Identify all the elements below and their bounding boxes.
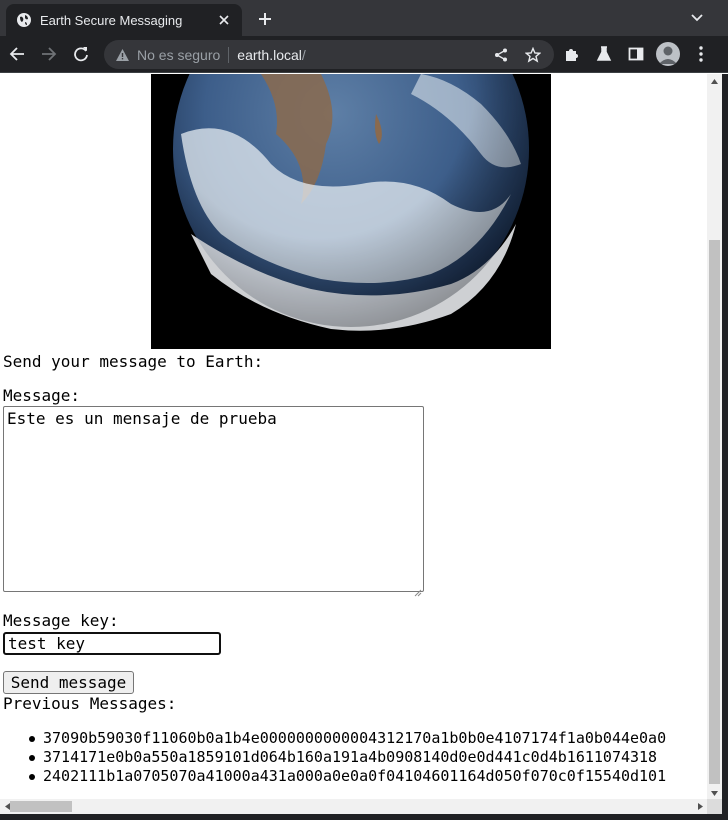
message-key-input[interactable]: test key [3, 632, 221, 655]
forward-button[interactable] [38, 43, 60, 65]
key-label: Message key: [3, 611, 119, 630]
list-item: 2402111b1a0705070a41000a431a000a0e0a0f04… [28, 767, 667, 785]
warning-icon[interactable] [114, 47, 130, 63]
globe-icon [16, 12, 32, 28]
previous-heading: Previous Messages: [3, 694, 177, 713]
profile-avatar[interactable] [656, 42, 680, 66]
back-button[interactable] [6, 43, 28, 65]
horizontal-scrollbar[interactable] [0, 799, 707, 814]
vertical-scrollbar[interactable] [707, 74, 722, 800]
url-host: earth.local [237, 46, 302, 63]
window-border-bottom [0, 814, 728, 820]
star-icon[interactable] [524, 46, 542, 64]
new-tab-button[interactable] [254, 8, 276, 30]
resize-grip-icon[interactable] [414, 582, 422, 597]
share-icon[interactable] [492, 46, 510, 64]
horizontal-scroll-thumb[interactable] [10, 801, 72, 812]
scroll-right-icon[interactable] [693, 799, 707, 814]
page-viewport: Send your message to Earth: Message: Est… [0, 74, 707, 800]
list-item: 37090b59030f11060b0a1b4e0000000000004312… [28, 729, 667, 747]
more-vertical-icon [699, 46, 703, 62]
side-panel-button[interactable] [625, 43, 647, 65]
message-textarea[interactable]: Este es un mensaje de prueba [3, 406, 424, 597]
tab-search-button[interactable] [688, 9, 706, 27]
tab-strip: Earth Secure Messaging [0, 0, 728, 36]
key-text: test key [8, 634, 86, 653]
url-path: / [301, 46, 306, 63]
send-message-button[interactable]: Send message [3, 671, 134, 694]
side-panel-icon [628, 47, 644, 61]
omnibox-divider [228, 46, 230, 63]
message-label: Message: [3, 386, 81, 405]
window-border-right [722, 74, 728, 820]
menu-button[interactable] [690, 43, 712, 65]
scroll-up-icon[interactable] [707, 74, 722, 88]
previous-messages-list: 37090b59030f11060b0a1b4e0000000000004312… [28, 729, 667, 786]
extensions-button[interactable] [561, 43, 583, 65]
list-item: 3714171e0b0a550a1859101d064b160a191a4b09… [28, 748, 666, 767]
flask-icon [596, 46, 612, 61]
scroll-down-icon[interactable] [707, 786, 722, 800]
puzzle-icon [566, 49, 578, 61]
plus-icon [259, 13, 271, 25]
reload-icon [74, 47, 88, 62]
active-tab[interactable]: Earth Secure Messaging [6, 4, 242, 36]
arrow-right-icon [42, 47, 57, 61]
security-label[interactable]: No es seguro [137, 47, 220, 63]
browser-toolbar: No es seguro earth.local / [0, 36, 728, 73]
reload-button[interactable] [70, 43, 92, 65]
scrollbar-corner [707, 799, 722, 814]
address-bar[interactable]: No es seguro earth.local / [104, 40, 554, 69]
vertical-scroll-thumb[interactable] [709, 240, 720, 784]
message-text: Este es un mensaje de prueba [7, 409, 277, 428]
person-icon [659, 46, 677, 64]
close-icon[interactable] [216, 12, 232, 28]
chevron-down-icon [691, 14, 703, 22]
tab-title: Earth Secure Messaging [40, 12, 183, 28]
send-heading: Send your message to Earth: [3, 352, 264, 371]
earth-image [151, 74, 551, 349]
arrow-left-icon [9, 47, 24, 61]
labs-button[interactable] [593, 43, 615, 65]
